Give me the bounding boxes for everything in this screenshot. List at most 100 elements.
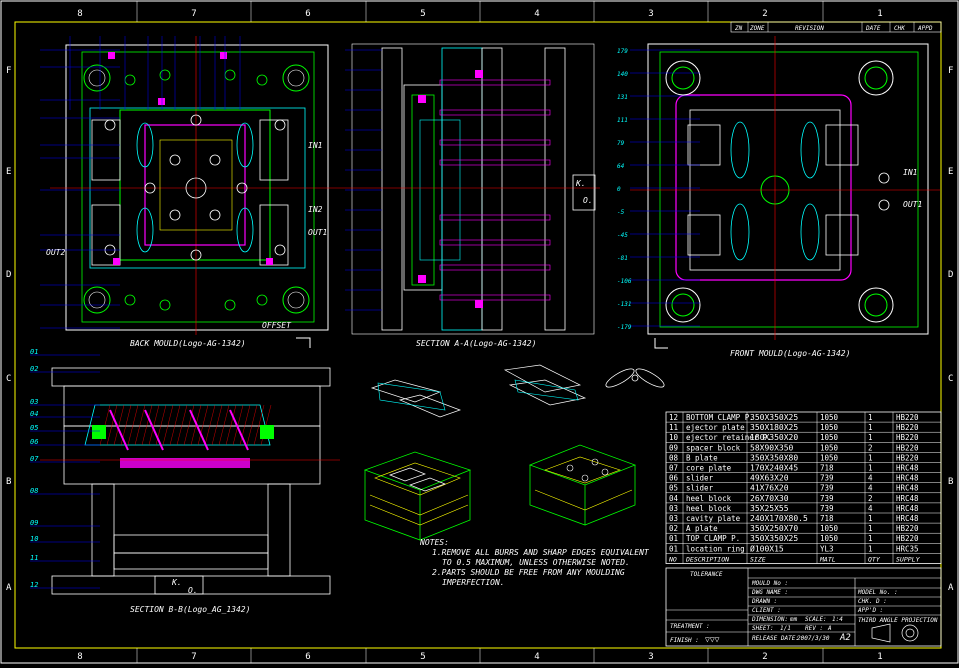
bb-part-label: 02	[30, 365, 38, 373]
bb-part-label: 10	[30, 535, 38, 543]
bom-cell-r11-c0: 02	[669, 524, 678, 533]
zone-col-bottom-3: 3	[648, 652, 653, 662]
notes-block: NOTES: 1.REMOVE ALL BURRS AND SHARP EDGE…	[419, 538, 650, 587]
bom-cell-r0-c0: 12	[669, 413, 678, 422]
bom-cell-r8-c0: 04	[669, 494, 679, 503]
bb-part-label: 09	[30, 519, 38, 527]
bom-cell-r11-c4: 1	[868, 524, 873, 533]
bom-cell-r10-c4: 1	[868, 514, 873, 523]
zone-col-bottom-2: 2	[762, 652, 767, 662]
tb-unit: mm	[789, 616, 798, 623]
back-in2-tag: IN2	[308, 205, 323, 214]
bom-cell-r2-c2: 180X350X20	[750, 433, 798, 442]
tb-dimension: DIMENSION:	[751, 616, 788, 623]
tb-client: CLIENT :	[752, 607, 781, 614]
tb-treatment: TREATMENT :	[670, 623, 710, 630]
offset-tag: OFFSET	[262, 321, 292, 330]
bom-cell-r10-c5: HRC48	[896, 514, 919, 523]
bb-part-label: 11	[30, 554, 38, 562]
bom-cell-r5-c5: HRC48	[896, 464, 919, 473]
back-mould-title: BACK MOULD(Logo-AG-1342)	[130, 339, 246, 348]
section-aa-view[interactable]: K. O. SECTION A-A(Logo-AG-1342)	[340, 43, 600, 348]
bom-cell-r6-c2: 49X63X20	[750, 474, 789, 483]
bom-cell-r0-c4: 1	[868, 413, 873, 422]
front-dim-label: 179	[617, 48, 628, 55]
front-dim-label: -5	[617, 209, 625, 216]
bom-cell-r9-c2: 35X25X55	[750, 504, 789, 513]
tb-mould-no: MOULD No :	[751, 580, 788, 587]
bb-part-label: 03	[30, 398, 38, 406]
zone-col-bottom-1: 1	[877, 652, 882, 662]
bom-cell-r5-c3: 718	[820, 464, 834, 473]
aa-k-mark: K.	[575, 179, 586, 188]
bom-cell-r5-c2: 170X240X45	[750, 464, 798, 473]
zone-row-left-A: A	[6, 583, 12, 593]
front-dim-label: 0	[617, 186, 621, 193]
zone-row-right-B: B	[948, 477, 953, 487]
section-bb-title: SECTION B-B(Logo_AG_1342)	[130, 605, 250, 614]
note-2a: 2.PARTS SHOULD BE FREE FROM ANY MOULDING	[432, 568, 625, 577]
bom-cell-r13-c0: 01	[669, 544, 678, 553]
front-dim-label: -131	[617, 301, 631, 308]
tb-scale-val: 1:4	[832, 616, 843, 623]
tb-rev: REV :	[805, 625, 823, 632]
front-mould-view[interactable]: 179 140 131 111 79 64 0 -5 -45 -81 -106 -131 -179 IN…	[617, 36, 940, 358]
front-dim-label: -81	[617, 255, 628, 262]
bom-cell-r5-c0: 07	[669, 464, 678, 473]
bb-o-mark: O.	[188, 586, 198, 595]
zone-col-bottom-8: 8	[77, 652, 82, 662]
tb-sheet: SHEET:	[752, 625, 774, 632]
zone-col-top-6: 6	[305, 9, 310, 19]
bom-cell-r13-c5: HRC35	[896, 544, 919, 553]
bom-table[interactable]: 12 BOTTOM CLAMP P.350X350X25 1050 1 HB22011 e…	[665, 411, 942, 564]
bb-part-label: 12	[30, 581, 38, 589]
bom-cell-r7-c3: 739	[820, 484, 834, 493]
zone-col-bottom-6: 6	[305, 652, 310, 662]
bom-cell-r1-c4: 1	[868, 423, 873, 432]
note-1a: 1.REMOVE ALL BURRS AND SHARP EDGES EQUIV…	[432, 548, 650, 557]
rev-h-appd: APPD	[917, 25, 933, 32]
bom-cell-r6-c4: 4	[868, 474, 873, 483]
rev-h-zone: ZONE	[749, 25, 765, 32]
bom-cell-r3-c1: spacer block	[686, 443, 741, 452]
bom-cell-r1-c3: 1050	[820, 423, 839, 432]
back-in1-tag: IN1	[308, 141, 322, 150]
bom-cell-r5-c1: core plate	[686, 464, 732, 473]
cad-canvas[interactable]: 8877665544332211 F FE ED DC CB BA A ZN ZONE RE…	[0, 0, 959, 664]
zone-row-left-D: D	[6, 270, 11, 280]
tb-dwg-name: DWG NAME :	[751, 589, 788, 596]
bom-cell-r2-c3: 1050	[820, 433, 839, 442]
tb-chk: CHK. D :	[858, 598, 887, 605]
revision-table: ZN ZONE REVISION DATE CHK APPD	[730, 21, 942, 33]
zone-col-bottom-5: 5	[420, 652, 425, 662]
tb-drawn: DRAWN :	[751, 598, 777, 605]
bom-cell-r12-c5: HB220	[896, 534, 919, 543]
zone-col-top-5: 5	[420, 9, 425, 19]
tb-finish: FINISH :	[670, 637, 699, 644]
front-dim-label: -179	[617, 324, 632, 331]
bom-cell-r0-c2: 350X350X25	[750, 413, 798, 422]
bom-cell-r9-c3: 739	[820, 504, 834, 513]
bom-cell-r6-c1: slider	[686, 474, 714, 483]
tb-appd: APP'D :	[857, 607, 883, 614]
zone-row-right-A: A	[948, 583, 954, 593]
isometric-views[interactable]	[363, 364, 666, 541]
bom-cell-r12-c4: 1	[868, 534, 873, 543]
bom-cell-r12-c2: 350X350X25	[750, 534, 798, 543]
zone-col-top-4: 4	[534, 9, 539, 19]
bom-cell-r12-c1: TOP CLAMP P.	[686, 534, 740, 543]
bom-cell-r4-c4: 1	[868, 453, 873, 462]
bom-cell-r4-c2: 350X350X80	[750, 453, 798, 462]
note-2b: IMPERFECTION.	[442, 578, 505, 587]
section-bb-view[interactable]: K. O. 01 02 03 04 05 06 07 08 09 10 11 12 SECTION B…	[30, 348, 340, 614]
bb-part-label: 08	[30, 487, 38, 495]
bom-cell-r3-c2: 58X90X350	[750, 443, 794, 452]
bb-part-label: 05	[30, 424, 38, 432]
back-mould-view[interactable]: IN1 IN2 OUT1 OUT2 OFFSET BACK MOULD(Logo…	[40, 36, 340, 348]
third-angle-projection-icon	[871, 623, 919, 643]
front-out1-tag: OUT1	[903, 200, 922, 209]
rev-h-zn: ZN	[734, 25, 743, 32]
zone-col-top-7: 7	[191, 9, 196, 19]
bom-cell-r0-c5: HB220	[896, 413, 919, 422]
bom-cell-r4-c3: 1050	[820, 453, 839, 462]
